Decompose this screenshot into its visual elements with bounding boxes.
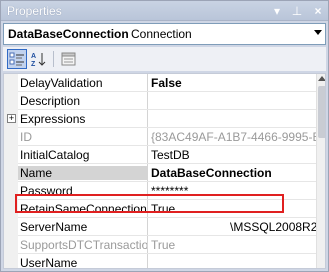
close-icon[interactable]: × bbox=[310, 3, 326, 19]
alphabetical-button[interactable]: A Z bbox=[29, 49, 49, 69]
property-value: True bbox=[151, 238, 176, 252]
object-selector[interactable]: DataBaseConnection Connection bbox=[3, 23, 326, 45]
window-position-dropdown-icon[interactable]: ▾ bbox=[269, 3, 285, 19]
toolbar-separator bbox=[53, 51, 54, 67]
property-pages-icon bbox=[61, 52, 76, 66]
property-name: Description bbox=[20, 94, 81, 108]
property-name: DelayValidation bbox=[20, 76, 103, 90]
selected-object-name: DataBaseConnection bbox=[8, 27, 129, 41]
column-divider bbox=[147, 146, 148, 164]
vertical-scrollbar[interactable] bbox=[316, 74, 325, 268]
property-name: SupportsDTCTransactions bbox=[20, 238, 147, 252]
property-name: InitialCatalog bbox=[20, 148, 90, 162]
svg-text:Z: Z bbox=[31, 61, 36, 68]
property-row-id[interactable]: ID {83AC49AF-A1B7-4466-9995-B1C bbox=[4, 128, 316, 146]
property-value[interactable]: False bbox=[151, 76, 316, 90]
property-row-expressions[interactable]: + Expressions bbox=[4, 110, 316, 128]
expand-plus-icon[interactable]: + bbox=[7, 114, 16, 123]
property-row-initialcatalog[interactable]: InitialCatalog TestDB bbox=[4, 146, 316, 164]
column-divider bbox=[147, 92, 148, 110]
column-divider bbox=[147, 164, 148, 182]
column-divider bbox=[147, 74, 148, 92]
column-divider bbox=[147, 128, 148, 146]
properties-window: Properties ▾ ⊥ × DataBaseConnection Conn… bbox=[0, 0, 329, 272]
property-row-delayvalidation[interactable]: DelayValidation False bbox=[4, 74, 316, 92]
selected-object-type: Connection bbox=[131, 27, 192, 41]
scrollbar-thumb[interactable] bbox=[318, 86, 325, 138]
categorized-button[interactable] bbox=[7, 49, 27, 69]
column-divider bbox=[147, 218, 148, 236]
property-value[interactable]: DataBaseConnection bbox=[151, 166, 316, 180]
property-row-servername[interactable]: ServerName \MSSQL2008R2 bbox=[4, 218, 316, 236]
property-pages-button[interactable] bbox=[59, 49, 79, 69]
alphabetical-icon: A Z bbox=[31, 53, 46, 68]
scroll-up-arrow-icon[interactable] bbox=[318, 76, 325, 81]
property-row-name[interactable]: Name DataBaseConnection bbox=[4, 164, 316, 182]
chevron-down-icon[interactable] bbox=[314, 30, 322, 35]
property-row-username[interactable]: UserName bbox=[4, 254, 316, 269]
property-row-description[interactable]: Description bbox=[4, 92, 316, 110]
property-value: {83AC49AF-A1B7-4466-9995-B1C bbox=[151, 130, 316, 144]
property-name: ID bbox=[20, 130, 32, 144]
auto-hide-pin-icon[interactable]: ⊥ bbox=[289, 3, 305, 19]
property-value[interactable]: \MSSQL2008R2 bbox=[230, 220, 316, 234]
property-name: ServerName bbox=[20, 220, 88, 234]
property-row-supportsdtctransactions[interactable]: SupportsDTCTransactions True bbox=[4, 236, 316, 254]
column-divider bbox=[147, 110, 148, 128]
column-divider bbox=[147, 254, 148, 268]
property-name: Expressions bbox=[20, 112, 86, 126]
property-name: UserName bbox=[20, 256, 78, 269]
svg-text:A: A bbox=[31, 53, 36, 60]
title-bar: Properties ▾ ⊥ × bbox=[1, 1, 328, 21]
annotation-highlight-box bbox=[15, 194, 284, 213]
categorized-icon bbox=[9, 52, 24, 66]
property-name: Name bbox=[18, 166, 147, 180]
property-value[interactable]: TestDB bbox=[151, 148, 316, 162]
property-grid: DelayValidation False Description + Expr… bbox=[3, 73, 326, 269]
panel-title: Properties bbox=[7, 4, 62, 18]
column-divider bbox=[147, 236, 148, 254]
properties-toolbar: A Z bbox=[3, 47, 326, 71]
